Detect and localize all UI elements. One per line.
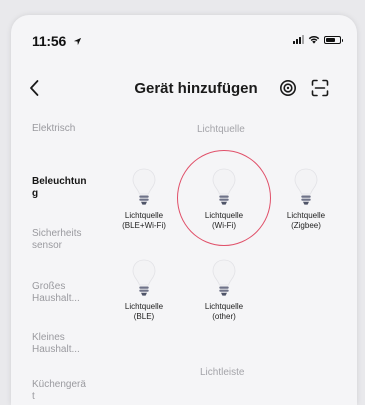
- device-name: Lichtquelle: [204, 302, 244, 311]
- qr-scan-icon[interactable]: [311, 79, 329, 97]
- radar-scan-icon[interactable]: [279, 79, 297, 97]
- light-bulb-icon: [294, 168, 318, 205]
- status-time: 11:56: [32, 33, 82, 49]
- device-protocol: (other): [212, 312, 236, 321]
- device-tile-ble-wifi[interactable]: Lichtquelle (BLE+Wi-Fi): [112, 167, 176, 231]
- section-title-text: Lichtquelle: [197, 124, 245, 135]
- nav-bar: Gerät hinzufügen: [11, 73, 357, 107]
- category-label: Sicherheits sensor: [32, 228, 82, 251]
- page-title-text: Gerät hinzufügen: [134, 80, 258, 97]
- light-bulb-icon: [132, 168, 156, 205]
- device-label: Lichtquelle (Zigbee): [274, 211, 338, 231]
- device-name: Lichtquelle: [124, 211, 164, 220]
- category-item-beleuchtung[interactable]: Beleuchtun g: [32, 164, 107, 200]
- device-name: Lichtquelle: [124, 302, 164, 311]
- battery-icon: [324, 35, 343, 44]
- category-item-kleines-haushalt[interactable]: Kleines Haushalt...: [32, 320, 107, 356]
- category-item-sicherheitssensor[interactable]: Sicherheits sensor: [32, 216, 107, 252]
- section-title-light-strip: Lichtleiste: [200, 367, 244, 378]
- device-protocol: (Wi-Fi): [212, 221, 236, 230]
- device-protocol: (BLE): [133, 312, 155, 321]
- device-name: Lichtquelle: [204, 211, 244, 220]
- status-bar: 11:56: [11, 15, 357, 59]
- category-label: Beleuchtun g: [32, 176, 87, 199]
- light-bulb-icon: [212, 168, 236, 205]
- device-name: Lichtquelle: [286, 211, 326, 220]
- status-time-text: 11:56: [32, 33, 67, 49]
- category-label: Kleines Haushalt...: [32, 332, 80, 355]
- category-label: Küchengerä t: [32, 379, 86, 402]
- light-bulb-icon: [132, 259, 156, 296]
- device-tile-zigbee[interactable]: Lichtquelle (Zigbee): [274, 167, 338, 231]
- device-label: Lichtquelle (Wi-Fi): [192, 211, 256, 231]
- device-protocol: (BLE+Wi-Fi): [122, 221, 166, 230]
- category-item-grosses-haushalt[interactable]: Großes Haushalt...: [32, 269, 107, 305]
- device-tile-wifi[interactable]: Lichtquelle (Wi-Fi): [192, 167, 256, 231]
- device-tile-other[interactable]: Lichtquelle (other): [192, 258, 256, 322]
- device-label: Lichtquelle (BLE): [112, 302, 176, 322]
- section-title-light-source: Lichtquelle: [197, 124, 245, 135]
- device-protocol: (Zigbee): [291, 221, 321, 230]
- wifi-icon: [308, 35, 320, 44]
- status-icons: [293, 35, 343, 44]
- category-label: Elektrisch: [32, 123, 76, 134]
- device-label: Lichtquelle (other): [192, 302, 256, 322]
- category-item-kuechengeraet[interactable]: Küchengerä t: [32, 367, 107, 403]
- section-title-text: Lichtleiste: [200, 367, 245, 378]
- category-item-elektrisch[interactable]: Elektrisch: [32, 123, 107, 135]
- cellular-signal-icon: [293, 35, 304, 44]
- light-bulb-icon: [212, 259, 236, 296]
- page-title: Gerät hinzufügen: [11, 80, 357, 97]
- phone-screen: 11:56 Gerät hinzufügen Elektrisch Beleuc…: [11, 15, 357, 405]
- device-tile-ble[interactable]: Lichtquelle (BLE): [112, 258, 176, 322]
- location-arrow-icon: [73, 37, 81, 46]
- device-label: Lichtquelle (BLE+Wi-Fi): [112, 211, 176, 231]
- category-label: Großes Haushalt...: [32, 281, 80, 304]
